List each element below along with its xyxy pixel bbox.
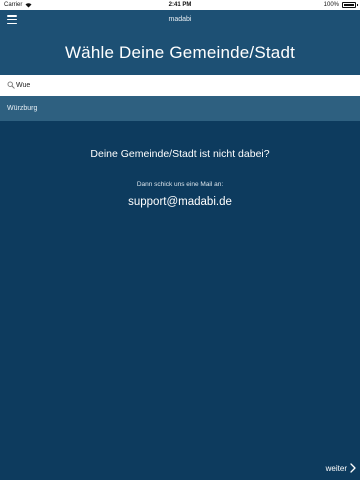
mail-hint: Dann schick uns eine Mail an: xyxy=(136,181,224,188)
search-icon xyxy=(7,81,15,89)
next-label: weiter xyxy=(325,463,347,473)
battery-percent: 100% xyxy=(323,2,339,8)
status-bar: Carrier 2:41 PM 100% xyxy=(0,0,360,10)
nav-title: madabi xyxy=(168,16,192,23)
result-label: Würzburg xyxy=(7,105,38,112)
search-input[interactable] xyxy=(16,78,346,93)
chevron-right-icon xyxy=(350,463,356,473)
support-email-link[interactable]: support@madabi.de xyxy=(0,196,360,208)
search-box[interactable] xyxy=(0,75,360,96)
page-title: Wähle Deine Gemeinde/Stadt xyxy=(64,43,296,62)
nav-bar: madabi xyxy=(0,10,360,30)
battery-icon xyxy=(342,2,358,8)
next-button[interactable]: weiter xyxy=(326,461,356,475)
not-found-heading: Deine Gemeinde/Stadt ist nicht dabei? xyxy=(90,148,270,160)
page-header: Wähle Deine Gemeinde/Stadt xyxy=(0,30,360,75)
result-item-wuerzburg[interactable]: Würzburg xyxy=(0,96,360,121)
status-right: 100% xyxy=(323,0,358,10)
battery-level xyxy=(344,4,354,6)
status-time: 2:41 PM xyxy=(168,2,192,8)
